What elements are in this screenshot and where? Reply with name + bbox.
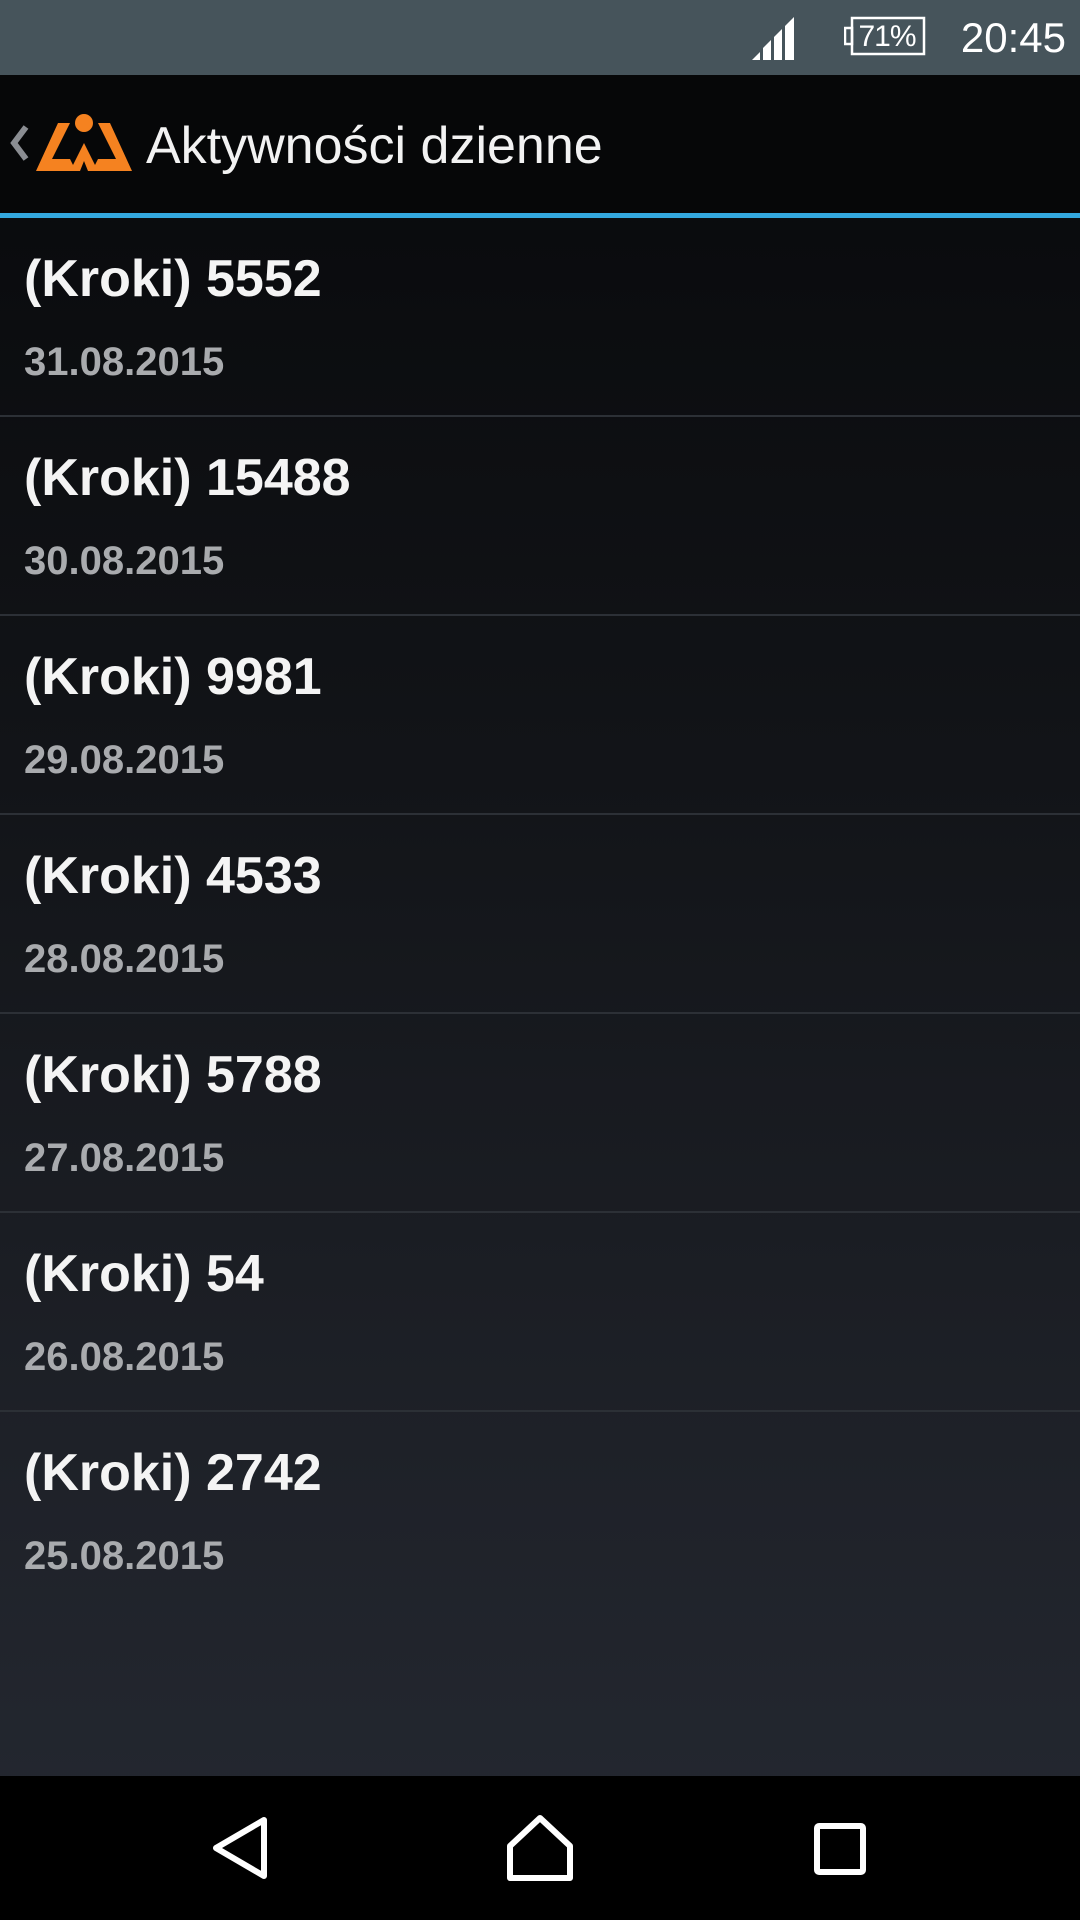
status-clock: 20:45 xyxy=(960,14,1066,61)
signal-icon xyxy=(752,17,794,60)
list-item[interactable]: (Kroki) 4533 28.08.2015 xyxy=(0,815,1080,1014)
date-label: 31.08.2015 xyxy=(24,340,225,384)
list-item[interactable]: (Kroki) 15488 30.08.2015 xyxy=(0,417,1080,616)
date-label: 30.08.2015 xyxy=(24,539,225,583)
date-label: 25.08.2015 xyxy=(24,1534,225,1578)
steps-label: (Kroki) 2742 xyxy=(24,1444,322,1502)
action-bar[interactable]: Aktywności dzienne xyxy=(0,75,1080,213)
recents-button[interactable] xyxy=(790,1798,890,1898)
status-bar: 71% 20:45 xyxy=(0,0,1080,75)
chevron-left-icon[interactable] xyxy=(8,121,32,165)
list-item[interactable]: (Kroki) 9981 29.08.2015 xyxy=(0,616,1080,815)
steps-label: (Kroki) 5788 xyxy=(24,1046,322,1104)
app-logo-icon xyxy=(36,114,132,171)
back-button[interactable] xyxy=(190,1798,290,1898)
screen: 71% 20:45 Aktywności dzienne (Kroki) 555… xyxy=(0,0,1080,1920)
activity-list: (Kroki) 5552 31.08.2015 (Kroki) 15488 30… xyxy=(0,218,1080,1609)
steps-label: (Kroki) 4533 xyxy=(24,847,322,905)
list-item[interactable]: (Kroki) 54 26.08.2015 xyxy=(0,1213,1080,1412)
date-label: 26.08.2015 xyxy=(24,1335,225,1379)
list-item[interactable]: (Kroki) 5552 31.08.2015 xyxy=(0,218,1080,417)
home-button[interactable] xyxy=(490,1798,590,1898)
list-item[interactable]: (Kroki) 2742 25.08.2015 xyxy=(0,1412,1080,1609)
steps-label: (Kroki) 5552 xyxy=(24,250,322,308)
navigation-bar xyxy=(0,1776,1080,1920)
steps-label: (Kroki) 54 xyxy=(24,1245,264,1303)
recents-icon xyxy=(814,1823,866,1875)
home-icon xyxy=(507,1815,573,1881)
page-title: Aktywności dzienne xyxy=(146,117,603,175)
date-label: 29.08.2015 xyxy=(24,738,225,782)
back-icon xyxy=(213,1817,267,1879)
date-label: 28.08.2015 xyxy=(24,937,225,981)
steps-label: (Kroki) 15488 xyxy=(24,449,351,507)
battery-percentage: 71% xyxy=(858,20,916,53)
date-label: 27.08.2015 xyxy=(24,1136,225,1180)
list-item[interactable]: (Kroki) 5788 27.08.2015 xyxy=(0,1014,1080,1213)
steps-label: (Kroki) 9981 xyxy=(24,648,322,706)
